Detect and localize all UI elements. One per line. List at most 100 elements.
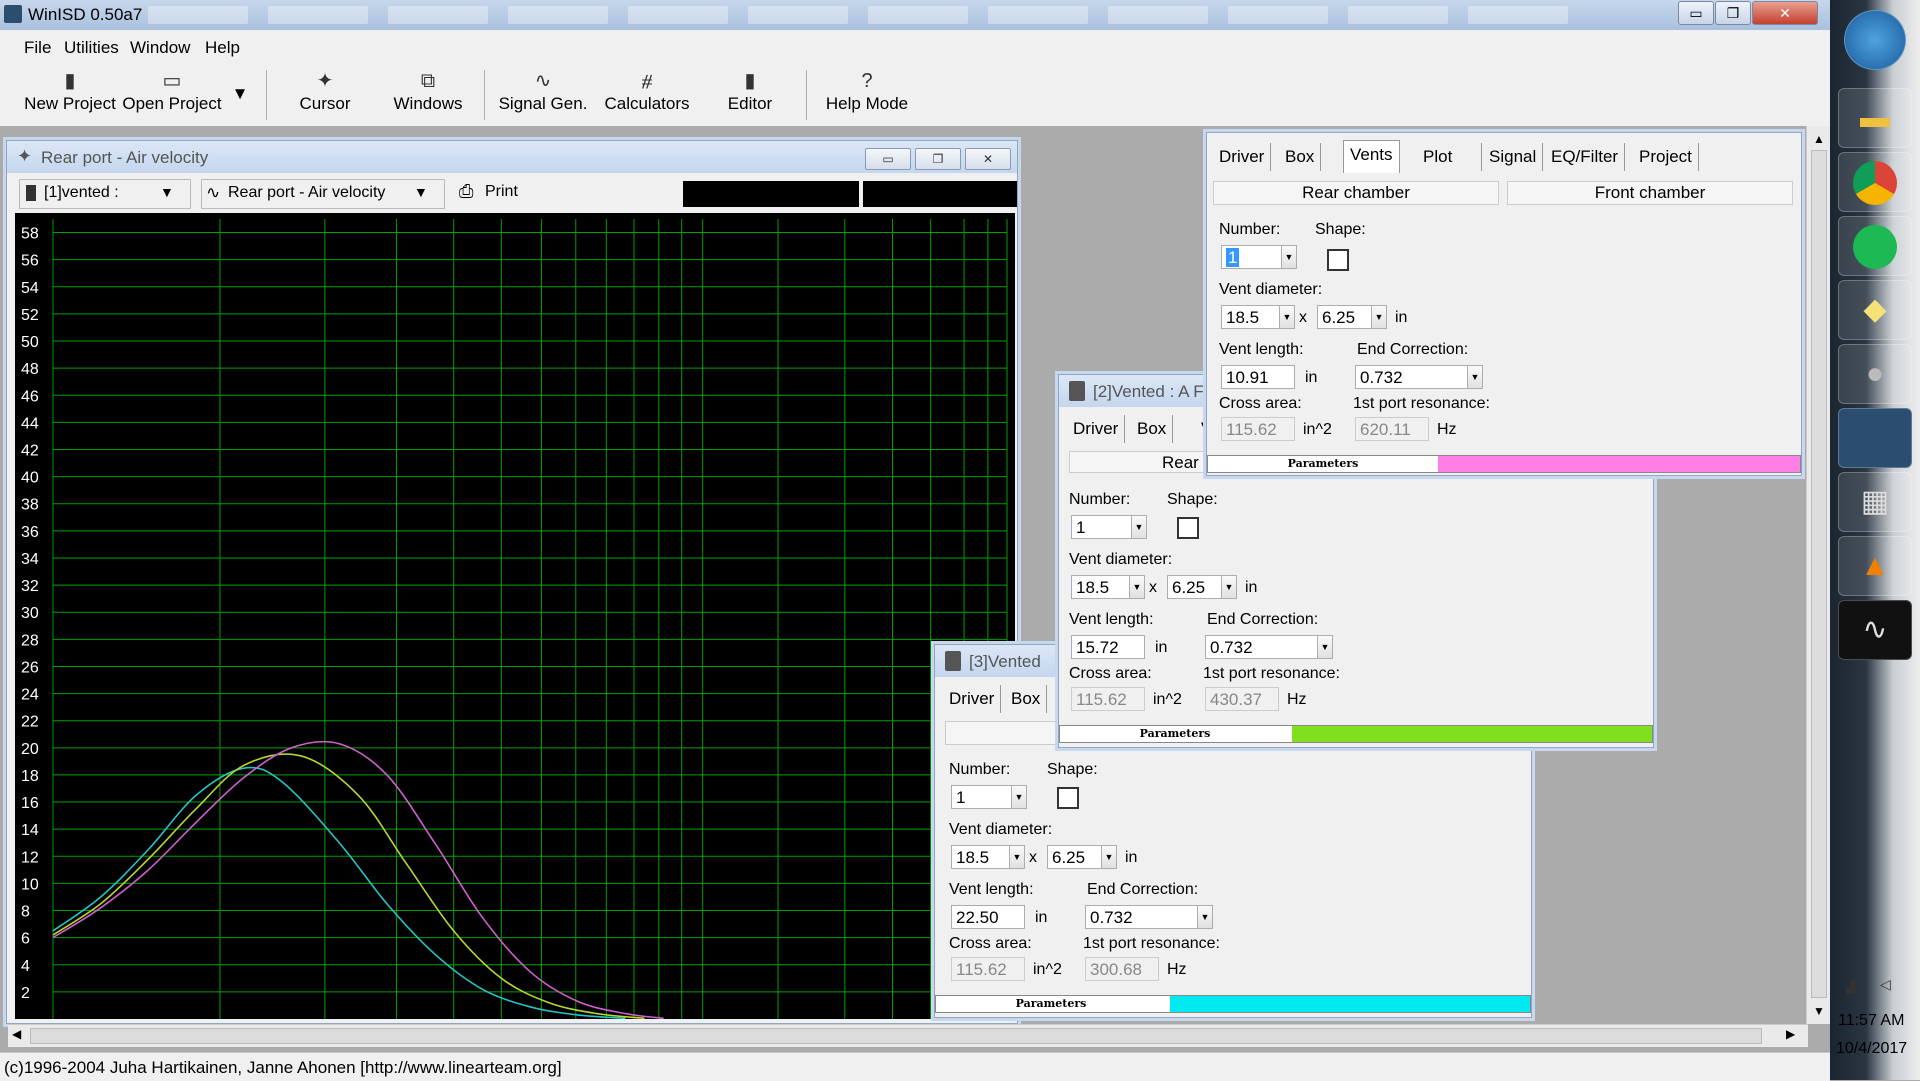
front-chamber-tab[interactable]: Front chamber: [1507, 181, 1793, 205]
chevron-down-icon[interactable]: ▼: [1129, 575, 1145, 599]
vlc-icon[interactable]: ▲: [1838, 536, 1912, 596]
windows-start-icon[interactable]: [1844, 10, 1906, 70]
windows-button[interactable]: ⧉ Windows: [388, 68, 468, 114]
tab-box[interactable]: Box: [1279, 143, 1322, 171]
scroll-thumb[interactable]: [30, 1028, 1762, 1044]
chevron-down-icon[interactable]: ▼: [1467, 365, 1483, 389]
chart-close-button[interactable]: ✕: [965, 148, 1011, 170]
shape-toggle[interactable]: [1327, 249, 1349, 271]
y-tick-label: 40: [21, 470, 39, 487]
menu-file[interactable]: File: [24, 38, 51, 58]
menu-window[interactable]: Window: [130, 38, 190, 58]
number-input[interactable]: 1: [1221, 245, 1287, 269]
vent-length-input[interactable]: 10.91: [1221, 365, 1295, 389]
maximize-button[interactable]: ❐: [1715, 1, 1751, 25]
shape-toggle[interactable]: [1057, 787, 1079, 809]
close-button[interactable]: ✕: [1752, 1, 1818, 25]
tab-plot[interactable]: Plot: [1417, 143, 1482, 171]
horizontal-scrollbar[interactable]: ◀ ▶: [8, 1024, 1808, 1047]
chevron-down-icon[interactable]: ▼: [1317, 635, 1333, 659]
winisd-icon[interactable]: [1838, 408, 1912, 468]
signal-gen-button[interactable]: ∿ Signal Gen.: [498, 68, 588, 114]
help-mode-button[interactable]: ? Help Mode: [822, 68, 912, 114]
chevron-down-icon[interactable]: ▼: [1197, 905, 1213, 929]
tab-driver[interactable]: Driver: [1067, 415, 1126, 443]
chevron-down-icon[interactable]: ▼: [1371, 305, 1387, 329]
vent-length-input[interactable]: 15.72: [1071, 635, 1145, 659]
scroll-down-icon[interactable]: ▼: [1813, 1004, 1825, 1018]
vent-diameter-2-input[interactable]: 6.25: [1047, 845, 1107, 869]
end-correction-input[interactable]: 0.732: [1355, 365, 1473, 389]
calculator-icon[interactable]: ▦: [1838, 472, 1912, 532]
menu-bar: File Utilities Window Help: [0, 30, 1830, 64]
end-correction-input[interactable]: 0.732: [1085, 905, 1203, 929]
chrome-icon[interactable]: [1838, 152, 1912, 212]
volume-icon[interactable]: ◁: [1880, 976, 1891, 993]
plot-area[interactable]: 58 56 54 52 50 48 46 44 42 40 38 36 34 32 30 28 26 24 22 20…: [15, 213, 1015, 1020]
open-project-button[interactable]: ▭ Open Project: [122, 68, 222, 114]
menu-utilities[interactable]: Utilities: [64, 38, 119, 58]
chart-window-titlebar[interactable]: ✦ Rear port - Air velocity ▭ ❐ ✕: [7, 141, 1017, 173]
clock-time[interactable]: 11:57 AM: [1838, 1012, 1904, 1030]
new-project-button[interactable]: ▮ New Project: [20, 68, 120, 114]
tab-signal[interactable]: Signal: [1483, 143, 1544, 171]
scroll-thumb[interactable]: [1811, 150, 1827, 998]
chevron-down-icon[interactable]: ▼: [1131, 515, 1147, 539]
vertical-scrollbar[interactable]: ▲ ▼: [1806, 126, 1831, 1024]
mouse-icon[interactable]: ●: [1838, 344, 1912, 404]
vent-diameter-1-input[interactable]: 18.5: [951, 845, 1015, 869]
network-icon[interactable]: ▟: [1846, 980, 1855, 994]
vent-length-input[interactable]: 22.50: [951, 905, 1025, 929]
chevron-down-icon[interactable]: ▼: [1101, 845, 1117, 869]
number-input[interactable]: 1: [951, 785, 1017, 809]
graph-select[interactable]: ∿ Rear port - Air velocity ▼: [201, 179, 445, 209]
tab-eq-filter[interactable]: EQ/Filter: [1545, 143, 1626, 171]
project-select[interactable]: [1]vented : ▼: [19, 179, 191, 209]
vent-diameter-2-input[interactable]: 6.25: [1317, 305, 1377, 329]
vent-diameter-2-input[interactable]: 6.25: [1167, 575, 1227, 599]
tab-vents[interactable]: Vents: [1343, 140, 1400, 173]
chevron-down-icon[interactable]: ▼: [1279, 305, 1295, 329]
cross-area-label: Cross area:: [949, 935, 1032, 952]
minimize-button[interactable]: ▭: [1678, 1, 1714, 25]
audio-wave-icon[interactable]: ∿: [1838, 600, 1912, 660]
calculators-button[interactable]: ⧣ Calculators: [602, 68, 692, 114]
taskbar-ghost-tab: [388, 6, 488, 24]
vent-diameter-1-input[interactable]: 18.5: [1071, 575, 1135, 599]
chevron-down-icon[interactable]: ▼: [1011, 785, 1027, 809]
open-project-dropdown[interactable]: ▼: [228, 84, 252, 104]
scroll-right-icon[interactable]: ▶: [1786, 1027, 1795, 1041]
scroll-left-icon[interactable]: ◀: [12, 1027, 21, 1041]
editor-button[interactable]: ▮ Editor: [720, 68, 780, 114]
parameters-bar: Parameters: [1207, 455, 1801, 473]
vent-diameter-1-input[interactable]: 18.5: [1221, 305, 1285, 329]
number-input[interactable]: 1: [1071, 515, 1137, 539]
chart-minimize-button[interactable]: ▭: [865, 148, 911, 170]
tab-box[interactable]: Box: [1005, 685, 1048, 713]
sticky-notes-icon[interactable]: ◆: [1838, 280, 1912, 340]
rear-chamber-tab[interactable]: Rear chamber: [1213, 181, 1499, 205]
clock-date[interactable]: 10/4/2017: [1836, 1040, 1907, 1058]
y-tick-label: 26: [21, 659, 39, 676]
chevron-down-icon[interactable]: ▼: [1281, 245, 1297, 269]
chevron-down-icon[interactable]: ▼: [1221, 575, 1237, 599]
chart-toolbar: [1]vented : ▼ ∿ Rear port - Air velocity…: [13, 177, 1017, 209]
chart-restore-button[interactable]: ❐: [915, 148, 961, 170]
y-tick-label: 18: [21, 768, 39, 785]
scroll-up-icon[interactable]: ▲: [1813, 132, 1825, 146]
y-tick-label: 54: [21, 280, 39, 297]
end-correction-input[interactable]: 0.732: [1205, 635, 1323, 659]
tab-driver[interactable]: Driver: [1213, 143, 1272, 171]
tab-box[interactable]: Box: [1131, 415, 1174, 443]
shape-toggle[interactable]: [1177, 517, 1199, 539]
tab-project[interactable]: Project: [1633, 143, 1699, 171]
tab-driver[interactable]: Driver: [943, 685, 1002, 713]
unit-in-label: in: [1305, 369, 1318, 386]
cursor-button[interactable]: ✦ Cursor: [290, 68, 360, 114]
file-explorer-icon[interactable]: ▬: [1838, 88, 1912, 148]
end-correction-label: End Correction:: [1357, 341, 1469, 358]
menu-help[interactable]: Help: [205, 38, 240, 58]
spotify-icon[interactable]: [1838, 216, 1912, 276]
port-resonance-value: 620.11: [1355, 417, 1429, 441]
chevron-down-icon[interactable]: ▼: [1009, 845, 1025, 869]
